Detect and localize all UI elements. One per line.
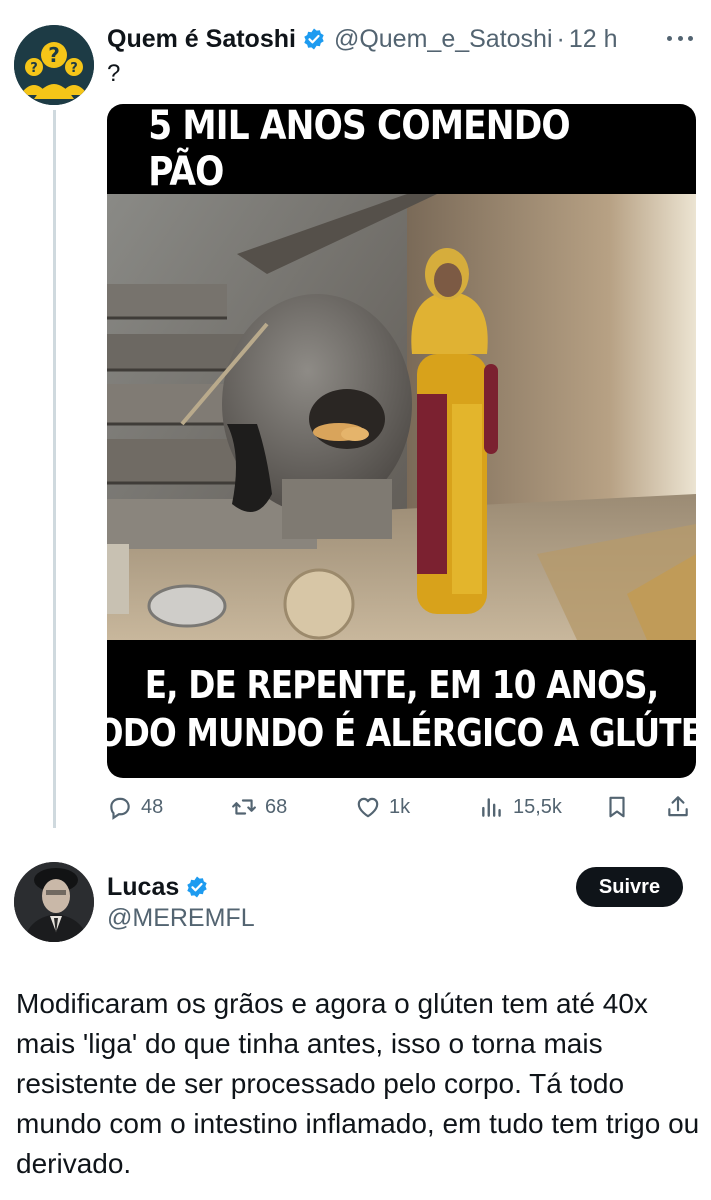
separator-dot: · — [556, 24, 565, 53]
author-handle[interactable]: @MEREMFL — [107, 904, 255, 933]
tweet-header: Quem é Satoshi @Quem_e_Satoshi · 12 h — [107, 22, 618, 56]
profile-photo — [14, 862, 94, 942]
author-handle[interactable]: @Quem_e_Satoshi — [334, 25, 553, 54]
svg-text:?: ? — [48, 43, 60, 67]
reply-tweet-text: Modificaram os grãos e agora o glúten te… — [16, 988, 700, 1179]
author-name[interactable]: Lucas — [107, 873, 179, 902]
more-options-icon[interactable] — [665, 26, 695, 50]
follow-button[interactable]: Suivre — [576, 867, 683, 907]
repost-button[interactable]: 68 — [231, 790, 287, 824]
share-button[interactable] — [665, 790, 691, 824]
heart-icon — [357, 797, 379, 818]
views-button[interactable]: 15,5k — [479, 790, 562, 824]
verified-badge-icon — [187, 876, 207, 898]
like-count: 1k — [389, 795, 411, 818]
tweet-action-bar: 48 68 1k 15,5k — [107, 790, 697, 824]
meme-bottom-caption-line1: E, DE REPENTE, EM 10 ANOS, — [144, 663, 659, 707]
bookmark-icon — [609, 796, 625, 818]
views-count: 15,5k — [513, 795, 562, 818]
avatar[interactable] — [14, 862, 94, 942]
verified-badge-icon — [304, 28, 324, 50]
question-people-icon: ? ? ? — [14, 25, 94, 105]
meme-bottom-caption: E, DE REPENTE, EM 10 ANOS, TODO MUNDO É … — [107, 650, 696, 768]
tweet-image[interactable]: 5 MIL ANOS COMENDO PÃO E, DE REPENTE, EM… — [107, 104, 696, 778]
analytics-icon — [482, 798, 501, 817]
reply-author-name-row: Lucas — [107, 870, 209, 904]
meme-photo — [107, 194, 696, 640]
tweet-timestamp[interactable]: 12 h — [569, 25, 618, 54]
meme-bottom-caption-line2: TODO MUNDO É ALÉRGICO A GLÚTEN — [107, 711, 696, 755]
repost-icon — [232, 799, 256, 815]
like-button[interactable]: 1k — [355, 790, 410, 824]
avatar[interactable]: ? ? ? — [14, 25, 94, 105]
tweet-text: ? — [107, 60, 121, 87]
svg-text:?: ? — [30, 61, 38, 76]
repost-count: 68 — [265, 795, 288, 818]
thread-connector-line — [53, 110, 56, 828]
reply-button[interactable]: 48 — [107, 790, 163, 824]
bookmark-button[interactable] — [604, 790, 630, 824]
author-name[interactable]: Quem é Satoshi — [107, 25, 296, 54]
share-icon — [668, 796, 688, 817]
reply-icon — [110, 797, 130, 820]
svg-text:?: ? — [70, 61, 78, 76]
reply-count: 48 — [141, 795, 164, 818]
meme-top-caption: 5 MIL ANOS COMENDO PÃO — [148, 104, 570, 195]
